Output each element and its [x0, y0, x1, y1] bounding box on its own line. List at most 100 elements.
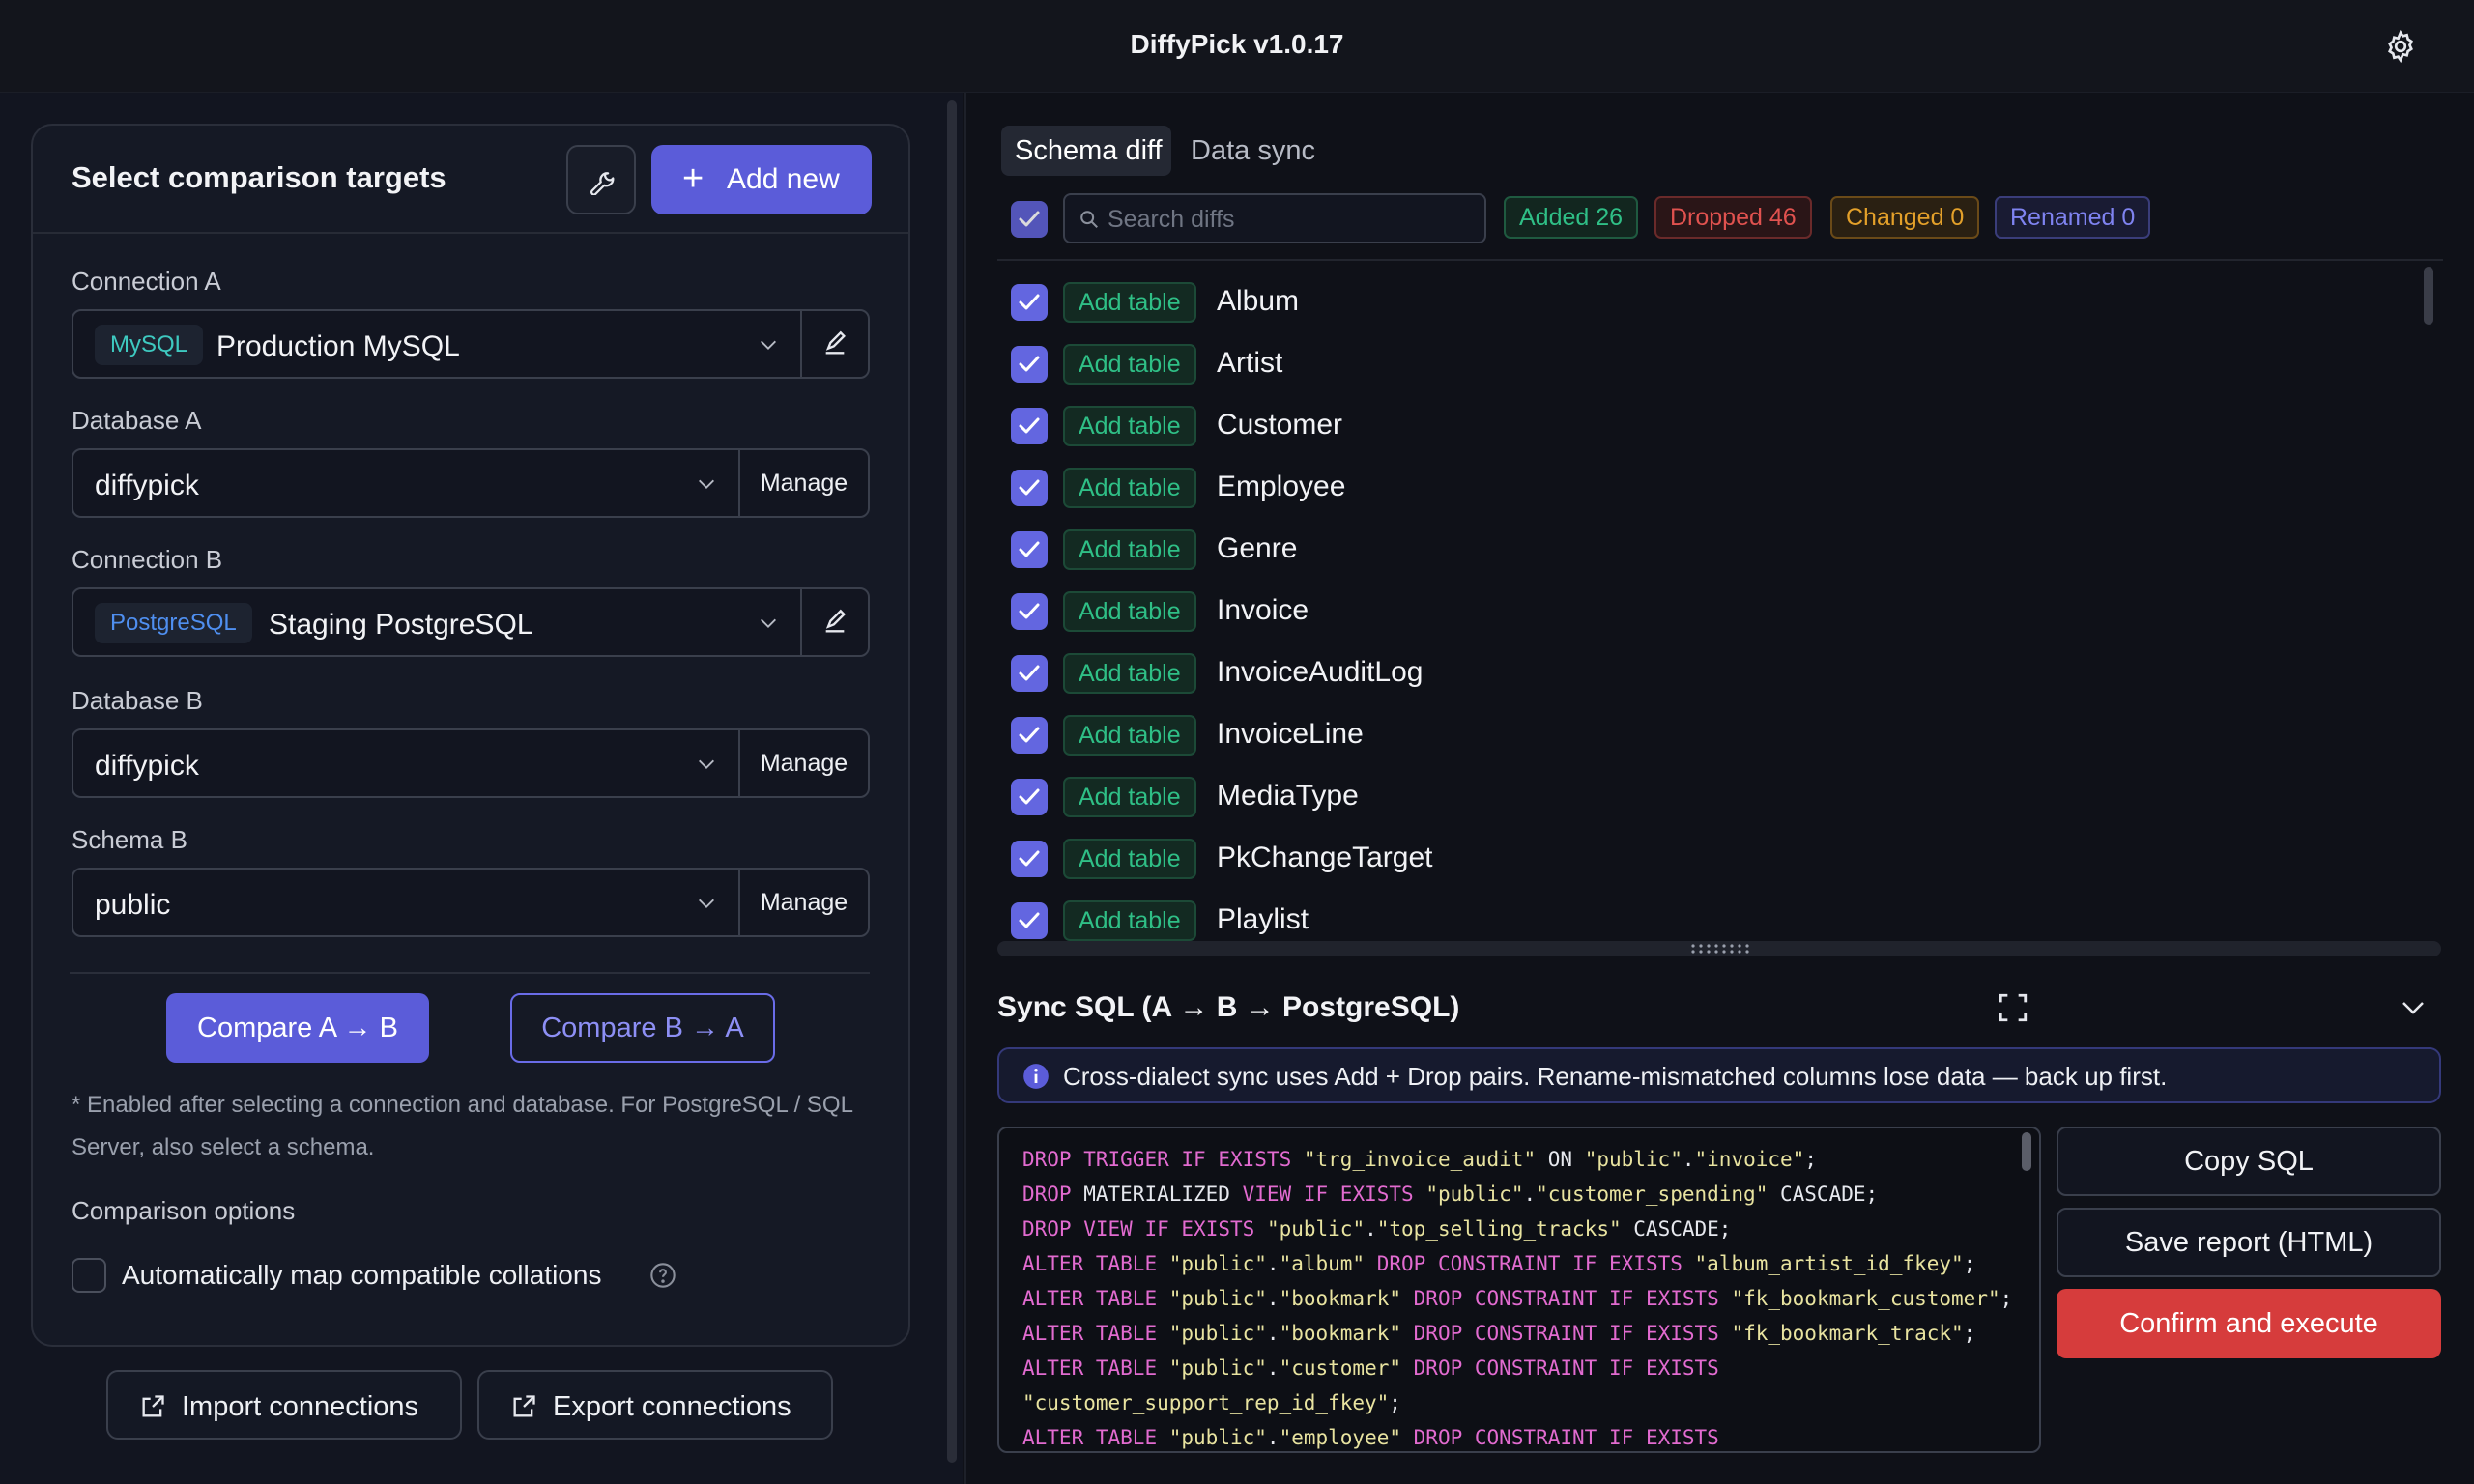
export-icon — [513, 1395, 535, 1417]
check-icon — [1019, 912, 1040, 928]
table-name[interactable]: InvoiceAuditLog — [1217, 656, 1424, 689]
change-type-tag: Add table — [1063, 839, 1196, 879]
left-scrollbar[interactable] — [947, 100, 957, 1463]
search-diffs-input[interactable]: Search diffs — [1063, 193, 1486, 243]
fullscreen-icon[interactable] — [1997, 991, 2029, 1024]
row-checkbox[interactable] — [1011, 655, 1048, 692]
table-name[interactable]: PkChangeTarget — [1217, 842, 1432, 874]
export-connections-button[interactable]: Export connections — [477, 1370, 833, 1440]
import-connections-label: Import connections — [182, 1391, 419, 1422]
database-a-select[interactable]: diffypick — [72, 448, 740, 518]
add-new-button[interactable]: + Add new — [651, 145, 872, 214]
row-checkbox[interactable] — [1011, 531, 1048, 568]
auto-map-collations-label[interactable]: Automatically map compatible collations — [122, 1260, 601, 1291]
add-new-label: Add new — [727, 163, 840, 195]
copy-sql-button[interactable]: Copy SQL — [2057, 1127, 2441, 1196]
tab-data-sync[interactable]: Data sync — [1191, 135, 1315, 167]
chevron-down-icon[interactable] — [2399, 993, 2428, 1022]
check-icon — [1019, 417, 1040, 434]
import-icon — [142, 1395, 164, 1417]
mysql-tag: MySQL — [95, 325, 204, 365]
row-checkbox[interactable] — [1011, 284, 1048, 321]
gear-icon[interactable] — [2383, 29, 2418, 64]
compare-a-to-b-button[interactable]: Compare A → B — [166, 993, 429, 1063]
table-name[interactable]: MediaType — [1217, 780, 1359, 813]
table-name[interactable]: Album — [1217, 285, 1299, 318]
chevron-down-icon — [761, 340, 776, 350]
row-checkbox[interactable] — [1011, 902, 1048, 939]
plus-icon: + — [682, 158, 705, 199]
table-name[interactable]: Employee — [1217, 471, 1345, 503]
sql-scrollbar[interactable] — [2022, 1132, 2031, 1171]
manage-schema-b-button[interactable]: Manage — [738, 868, 870, 937]
database-b-select[interactable]: diffypick — [72, 728, 740, 798]
sql-line: DROP VIEW IF EXISTS "public"."top_sellin… — [1022, 1217, 1732, 1241]
sql-line: ALTER TABLE "public"."album" DROP CONSTR… — [1022, 1252, 1976, 1275]
search-placeholder: Search diffs — [1108, 206, 1235, 233]
wrench-icon — [590, 172, 615, 195]
auto-map-collations-checkbox[interactable] — [72, 1258, 106, 1293]
title-bar: DiffyPick v1.0.17 — [0, 0, 2474, 93]
diff-list-scrollbar[interactable] — [2424, 267, 2433, 325]
select-all-checkbox[interactable] — [1011, 201, 1048, 238]
card-title: Select comparison targets — [72, 160, 446, 194]
divider — [70, 972, 870, 974]
schema-b-select[interactable]: public — [72, 868, 740, 937]
change-type-tag: Add table — [1063, 653, 1196, 694]
compare-b-to-a-button[interactable]: Compare B → A — [510, 993, 775, 1063]
check-icon — [1019, 665, 1040, 681]
chevron-down-icon — [761, 618, 776, 628]
check-icon — [1019, 727, 1040, 743]
check-icon — [1019, 850, 1040, 867]
table-name[interactable]: InvoiceLine — [1217, 718, 1364, 751]
change-type-tag: Add table — [1063, 900, 1196, 941]
info-icon — [1023, 1064, 1049, 1089]
row-checkbox[interactable] — [1011, 779, 1048, 815]
table-name[interactable]: Playlist — [1217, 903, 1309, 936]
changed-count-badge[interactable]: Changed 0 — [1830, 196, 1980, 239]
pencil-icon — [825, 609, 846, 633]
table-name[interactable]: Customer — [1217, 409, 1342, 442]
manage-database-b-button[interactable]: Manage — [738, 728, 870, 798]
change-type-tag: Add table — [1063, 282, 1196, 323]
row-checkbox[interactable] — [1011, 470, 1048, 506]
import-connections-button[interactable]: Import connections — [106, 1370, 462, 1440]
connection-b-select[interactable]: PostgreSQL Staging PostgreSQL — [72, 587, 802, 657]
connection-a-select[interactable]: MySQL Production MySQL — [72, 309, 802, 379]
change-type-tag: Add table — [1063, 406, 1196, 446]
table-name[interactable]: Invoice — [1217, 594, 1309, 627]
sql-line: ALTER TABLE "public"."employee" DROP CON… — [1022, 1426, 1719, 1449]
confirm-execute-button[interactable]: Confirm and execute — [2057, 1289, 2441, 1358]
renamed-count-badge[interactable]: Renamed 0 — [1995, 196, 2151, 239]
edit-connection-a-button[interactable] — [800, 309, 870, 379]
row-checkbox[interactable] — [1011, 346, 1048, 383]
app-title: DiffyPick v1.0.17 — [1130, 29, 1344, 59]
database-b-value: diffypick — [95, 750, 199, 782]
card-header: Select comparison targets + Add new — [33, 126, 908, 234]
tools-button[interactable] — [566, 145, 636, 214]
row-checkbox[interactable] — [1011, 408, 1048, 444]
dropped-count-badge[interactable]: Dropped 46 — [1654, 196, 1812, 239]
schema-b-label: Schema B — [72, 825, 187, 854]
check-icon — [1019, 788, 1040, 805]
row-checkbox[interactable] — [1011, 593, 1048, 630]
sql-line: ALTER TABLE "public"."bookmark" DROP CON… — [1022, 1322, 1976, 1345]
sql-code-view[interactable]: DROP TRIGGER IF EXISTS "trg_invoice_audi… — [997, 1127, 2041, 1453]
sql-line: DROP MATERIALIZED VIEW IF EXISTS "public… — [1022, 1183, 1879, 1206]
comparison-options-title: Comparison options — [72, 1196, 296, 1225]
added-count-badge[interactable]: Added 26 — [1504, 196, 1639, 239]
search-icon — [1080, 211, 1098, 228]
row-checkbox[interactable] — [1011, 717, 1048, 754]
help-icon[interactable] — [649, 1262, 676, 1289]
table-name[interactable]: Genre — [1217, 532, 1297, 565]
enable-note: * Enabled after selecting a connection a… — [72, 1092, 853, 1160]
check-icon — [1019, 211, 1040, 227]
edit-connection-b-button[interactable] — [800, 587, 870, 657]
export-connections-label: Export connections — [553, 1391, 791, 1422]
save-report-button[interactable]: Save report (HTML) — [2057, 1208, 2441, 1277]
list-divider — [997, 259, 2443, 261]
manage-database-a-button[interactable]: Manage — [738, 448, 870, 518]
tab-schema-diff[interactable]: Schema diff — [1015, 135, 1163, 167]
table-name[interactable]: Artist — [1217, 347, 1282, 380]
row-checkbox[interactable] — [1011, 841, 1048, 877]
